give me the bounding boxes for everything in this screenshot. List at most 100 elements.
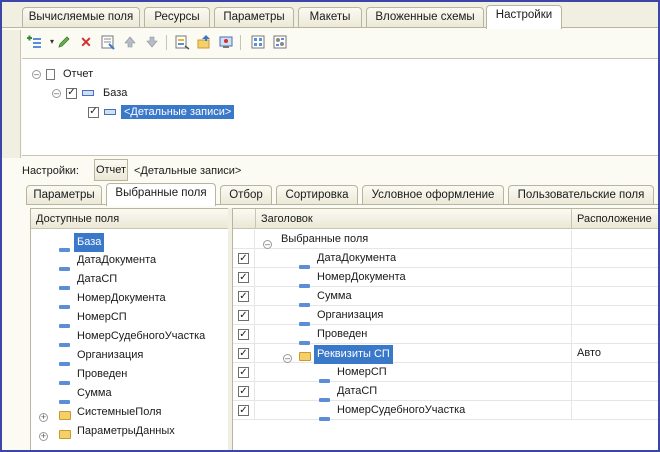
grid-row[interactable]: ✓ Проведен: [233, 325, 658, 345]
grid-row-label: НомерСП: [337, 366, 387, 378]
designer-window: Вычисляемые поля Ресурсы Параметры Макет…: [2, 2, 658, 450]
grid-row[interactable]: ✓ НомерСудебногоУчастка: [233, 401, 658, 421]
field-label: НомерСП: [77, 311, 127, 323]
toolbar: ▾ ✕: [22, 32, 658, 54]
check-cell: ✓: [233, 401, 255, 420]
expand-icon[interactable]: +: [39, 431, 48, 441]
move-down-icon[interactable]: [144, 34, 160, 50]
field-label: СистемныеПоля: [77, 406, 162, 418]
tab-nested-schemas[interactable]: Вложенные схемы: [366, 7, 484, 28]
structure-tree: – Отчет – ✓ База ✓ <Детальные записи>: [22, 58, 658, 156]
check-cell: ✓: [233, 287, 255, 306]
available-fields-header: Доступные поля: [31, 209, 229, 229]
grid-row[interactable]: ✓ НомерДокумента: [233, 268, 658, 288]
grid-row-label: Выбранные поля: [281, 233, 369, 245]
column-header-location[interactable]: Расположение: [571, 209, 658, 229]
tab-calculated-fields[interactable]: Вычисляемые поля: [22, 7, 140, 28]
structure-settings-icon[interactable]: [250, 34, 266, 50]
check-cell: ✓: [233, 325, 255, 344]
row-checkbox[interactable]: ✓: [238, 405, 249, 416]
tree-node-label: Отчет: [63, 68, 94, 80]
subtab-user-fields[interactable]: Пользовательские поля: [508, 185, 654, 205]
cell-divider: [571, 249, 572, 268]
cell-divider: [571, 230, 572, 249]
subtab-selected-fields[interactable]: Выбранные поля: [106, 183, 216, 206]
grid-row-label: НомерДокумента: [317, 271, 406, 283]
row-checkbox[interactable]: ✓: [238, 329, 249, 340]
grid-row[interactable]: ✓ Сумма: [233, 287, 658, 307]
settings-label: Настройки:: [22, 165, 79, 177]
properties-icon[interactable]: [100, 34, 116, 50]
settings-current-node: <Детальные записи>: [134, 165, 242, 177]
collapse-icon[interactable]: –: [283, 353, 292, 363]
row-checkbox[interactable]: ✓: [238, 367, 249, 378]
tab-parameters[interactable]: Параметры: [214, 7, 294, 28]
subtab-parameters[interactable]: Параметры: [26, 185, 102, 205]
folder-icon: [299, 352, 311, 361]
check-cell: ✓: [233, 249, 255, 268]
cell-divider: [571, 306, 572, 325]
check-cell: [233, 230, 255, 249]
column-header-title[interactable]: Заголовок: [255, 209, 571, 229]
cell-divider: [571, 363, 572, 382]
tree-node-detail-records[interactable]: ✓ <Детальные записи>: [88, 105, 235, 119]
check-cell: ✓: [233, 382, 255, 401]
field-icon: [59, 324, 70, 328]
move-up-icon[interactable]: [122, 34, 138, 50]
field-label: НомерДокумента: [77, 292, 166, 304]
user-settings-icon[interactable]: [218, 34, 234, 50]
tab-resources[interactable]: Ресурсы: [144, 7, 210, 28]
grid-row[interactable]: ✓ – Реквизиты СП Авто: [233, 344, 658, 364]
grid-row-root[interactable]: – Выбранные поля: [233, 230, 658, 249]
field-label: НомерСудебногоУчастка: [77, 330, 206, 342]
view-settings-icon[interactable]: [272, 34, 288, 50]
tree-node-report[interactable]: – Отчет: [32, 68, 93, 80]
grid-row[interactable]: ✓ ДатаСП: [233, 382, 658, 402]
row-checkbox[interactable]: ✓: [238, 348, 249, 359]
field-label: База: [74, 233, 105, 252]
location-cell[interactable]: Авто: [577, 344, 601, 363]
row-checkbox[interactable]: ✓: [238, 310, 249, 321]
row-checkbox[interactable]: ✓: [238, 291, 249, 302]
collapse-icon[interactable]: –: [32, 69, 41, 79]
settings-report-button[interactable]: Отчет: [94, 159, 128, 181]
subtab-conditional-formatting[interactable]: Условное оформление: [362, 185, 504, 205]
field-label: Организация: [77, 349, 144, 361]
checkbox[interactable]: ✓: [66, 87, 77, 99]
checkbox[interactable]: ✓: [88, 106, 99, 118]
subtab-filter[interactable]: Отбор: [220, 185, 272, 205]
row-checkbox[interactable]: ✓: [238, 272, 249, 283]
field-label: ПараметрыДанных: [77, 425, 175, 437]
subtab-sort[interactable]: Сортировка: [276, 185, 358, 205]
field-icon: [59, 343, 70, 347]
field-icon: [59, 362, 70, 366]
add-dropdown-icon[interactable]: [26, 34, 42, 50]
grid-row[interactable]: ✓ НомерСП: [233, 363, 658, 383]
check-cell: ✓: [233, 363, 255, 382]
tab-templates[interactable]: Макеты: [298, 7, 362, 28]
expand-icon[interactable]: +: [39, 412, 48, 422]
check-cell: ✓: [233, 306, 255, 325]
document-icon: [46, 68, 55, 80]
delete-icon[interactable]: ✕: [78, 34, 94, 50]
row-checkbox[interactable]: ✓: [238, 253, 249, 264]
field-label: ДатаСП: [77, 273, 118, 285]
collapse-icon[interactable]: –: [52, 88, 61, 98]
grid-row-label: Проведен: [317, 328, 368, 340]
grid-row[interactable]: ✓ ДатаДокумента: [233, 249, 658, 269]
group-icon[interactable]: [174, 34, 190, 50]
grid-row[interactable]: ✓ Организация: [233, 306, 658, 326]
add-parent-icon[interactable]: [196, 34, 212, 50]
tree-node-base[interactable]: – ✓ База: [52, 87, 127, 99]
grid-row-label: Реквизиты СП: [314, 345, 393, 364]
check-cell: ✓: [233, 268, 255, 287]
left-gutter: [2, 30, 21, 158]
tab-settings[interactable]: Настройки: [486, 5, 562, 29]
edit-icon[interactable]: [56, 34, 72, 50]
cell-divider: [571, 401, 572, 420]
available-fields-panel: Доступные поля База ДатаДокумента ДатаСП Но…: [30, 208, 230, 450]
cell-divider: [571, 287, 572, 306]
cell-divider: [571, 325, 572, 344]
row-checkbox[interactable]: ✓: [238, 386, 249, 397]
collapse-icon[interactable]: –: [263, 239, 272, 249]
